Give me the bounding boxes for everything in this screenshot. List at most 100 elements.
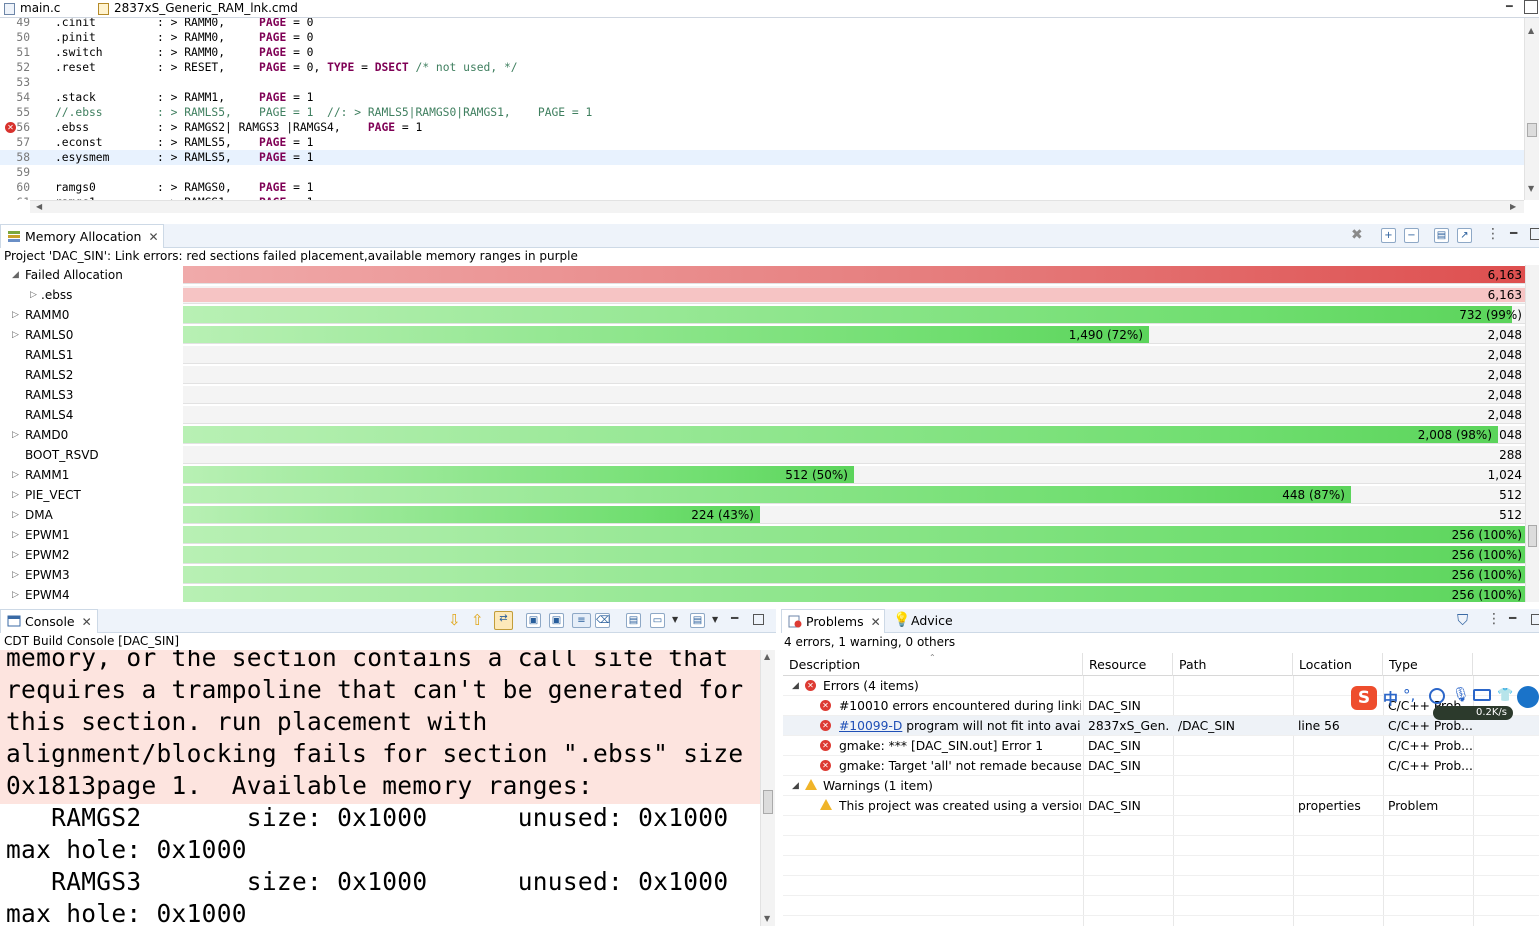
editor-horizontal-scrollbar[interactable]: ◀ ▶ (30, 200, 1524, 213)
ime-toolbar[interactable]: S 中 °, 🎙 👕 0.2K/s (1349, 684, 1539, 720)
editor-vertical-scrollbar[interactable]: ▲ ▼ (1524, 18, 1539, 200)
maximize-icon[interactable] (1530, 228, 1539, 240)
code-line[interactable]: 51 .switch : > RAMM0, PAGE = 0 (0, 45, 1524, 60)
column-location[interactable]: Location (1293, 653, 1383, 676)
chevron-down-icon[interactable]: ▼ (672, 615, 678, 624)
memory-row[interactable]: ▷ RAMM0 732 (99%) (0, 305, 1525, 325)
memory-vertical-scrollbar[interactable] (1525, 265, 1539, 602)
word-wrap-icon[interactable]: ≡ (572, 613, 591, 628)
show-on-error-icon[interactable]: ▣ (549, 613, 564, 628)
pin-console-icon[interactable]: ▤ (626, 613, 641, 628)
view-menu-icon[interactable]: ⋮ (1486, 226, 1500, 242)
minimize-icon[interactable]: ━ (731, 611, 738, 625)
expand-arrow-icon[interactable]: ▷ (12, 528, 19, 542)
sogou-logo-icon[interactable]: S (1351, 686, 1377, 710)
expand-arrow-icon[interactable]: ▷ (12, 308, 19, 322)
ime-language[interactable]: 中 (1383, 688, 1398, 709)
memory-row[interactable]: ▷ DMA 224 (43%) 512 (0, 505, 1525, 525)
tab-memory-allocation[interactable]: Memory Allocation ✕ (0, 224, 164, 248)
code-line[interactable]: 60 ramgs0 : > RAMGS0, PAGE = 1 (0, 180, 1524, 195)
problem-row[interactable]: This project was created using a version… (783, 796, 1539, 816)
expand-arrow-icon[interactable]: ▷ (12, 428, 19, 442)
code-line[interactable]: 53 (0, 75, 1524, 90)
memory-row[interactable]: RAMLS4 2,048 (0, 405, 1525, 425)
arrow-down-icon[interactable]: ⇩ (448, 611, 461, 629)
memory-row[interactable]: RAMLS2 2,048 (0, 365, 1525, 385)
open-file-icon[interactable]: ▤ (1434, 228, 1449, 243)
minimize-icon[interactable]: ━ (1506, 1, 1520, 13)
code-editor[interactable]: main.c 2837xS_Generic_RAM_lnk.cmd ━ 49 .c… (0, 0, 1539, 216)
close-icon[interactable]: ✕ (82, 615, 92, 629)
scroll-thumb[interactable] (1528, 525, 1537, 547)
minimize-icon[interactable]: ━ (1509, 611, 1516, 625)
code-line[interactable]: 55 //.ebss : > RAMLS5, PAGE = 1 //: > RAM… (0, 105, 1524, 120)
expanded-arrow-icon[interactable]: ◢ (12, 268, 19, 282)
memory-row[interactable]: ▷ RAMLS0 1,490 (72%) 2,048 (0, 325, 1525, 345)
filter-icon[interactable]: ⛉ (1457, 611, 1468, 629)
code-line[interactable]: 57 .econst : > RAMLS5, PAGE = 1 (0, 135, 1524, 150)
memory-row[interactable]: ▷ PIE_VECT 448 (87%) 512 (0, 485, 1525, 505)
code-area[interactable]: 49 .cinit : > RAMM0, PAGE = 0 50 .pinit : >… (0, 18, 1524, 200)
scroll-up-icon[interactable]: ▲ (1528, 26, 1534, 36)
remove-all-icon[interactable]: ✖ (1351, 227, 1363, 243)
memory-row[interactable]: RAMLS3 2,048 (0, 385, 1525, 405)
expand-arrow-icon[interactable]: ▷ (12, 588, 19, 602)
tab-console[interactable]: Console ✕ (0, 609, 98, 633)
console-vertical-scrollbar[interactable]: ▲ ▼ (760, 650, 775, 926)
clear-console-icon[interactable]: ⌫ (595, 613, 610, 628)
problem-code-link[interactable]: #10099-D (839, 719, 902, 733)
export-icon[interactable]: ↗ (1457, 228, 1472, 243)
punctuation-icon[interactable]: °, (1403, 686, 1415, 704)
collapse-all-icon[interactable]: − (1404, 228, 1419, 243)
tab-advice[interactable]: 💡 Advice (887, 609, 967, 633)
column-type[interactable]: Type (1383, 653, 1473, 676)
memory-row[interactable]: ▷ .ebss 6,163 (0, 285, 1525, 305)
scroll-lock-icon[interactable]: ⇄ (494, 611, 513, 630)
memory-row[interactable]: ▷ EPWM1 256 (100%) (0, 525, 1525, 545)
problem-group-row[interactable]: ◢ Warnings (1 item) (783, 776, 1539, 796)
memory-row[interactable]: ▷ RAMD0 2,008 (98%) 048 (0, 425, 1525, 445)
minimize-icon[interactable]: ━ (1510, 226, 1517, 240)
maximize-icon[interactable] (753, 614, 764, 625)
code-line[interactable]: 50 .pinit : > RAMM0, PAGE = 0 (0, 30, 1524, 45)
scroll-thumb[interactable] (1527, 123, 1537, 137)
code-line[interactable]: 58 .esysmem : > RAMLS5, PAGE = 1 (0, 150, 1524, 165)
expand-arrow-icon[interactable]: ▷ (12, 548, 19, 562)
expand-arrow-icon[interactable]: ▷ (12, 328, 19, 342)
memory-row[interactable]: ◢ Failed Allocation 6,163 (0, 265, 1525, 285)
expanded-arrow-icon[interactable]: ◢ (792, 776, 799, 796)
expand-arrow-icon[interactable]: ▷ (30, 288, 37, 302)
expanded-arrow-icon[interactable]: ◢ (792, 676, 799, 696)
code-line[interactable]: 59 (0, 165, 1524, 180)
show-on-output-icon[interactable]: ▣ (526, 613, 541, 628)
view-menu-icon[interactable]: ⋮ (1487, 611, 1501, 627)
column-resource[interactable]: Resource (1083, 653, 1173, 676)
problem-row[interactable]: ✕ gmake: *** [DAC_SIN.out] Error 1 DAC_SIN… (783, 736, 1539, 756)
memory-row[interactable]: ▷ EPWM3 256 (100%) (0, 565, 1525, 585)
chevron-down-icon[interactable]: ▼ (712, 615, 718, 624)
memory-row[interactable]: BOOT_RSVD 288 (0, 445, 1525, 465)
tab-main-c[interactable]: main.c (0, 0, 100, 18)
memory-row[interactable]: RAMLS1 2,048 (0, 345, 1525, 365)
memory-row[interactable]: ▷ EPWM2 256 (100%) (0, 545, 1525, 565)
problem-row[interactable]: ✕ #10099-D program will not fit into avai… (783, 716, 1539, 736)
code-line[interactable]: ✕ 56 .ebss : > RAMGS2| RAMGS3 |RAMGS4, PAG… (0, 120, 1524, 135)
code-line[interactable]: 54 .stack : > RAMM1, PAGE = 1 (0, 90, 1524, 105)
scroll-right-icon[interactable]: ▶ (1510, 202, 1516, 212)
scroll-left-icon[interactable]: ◀ (36, 202, 42, 212)
scroll-down-icon[interactable]: ▼ (1528, 184, 1534, 194)
memory-allocation-list[interactable]: ◢ Failed Allocation 6,163 ▷ .ebss 6,163 ▷ RAMM0… (0, 265, 1539, 602)
toolbox-icon[interactable] (1517, 686, 1539, 708)
arrow-up-icon[interactable]: ⇧ (471, 611, 484, 629)
open-console-icon[interactable]: ▤ (690, 613, 705, 628)
close-icon[interactable]: ✕ (148, 230, 158, 244)
scroll-up-icon[interactable]: ▲ (764, 652, 770, 662)
maximize-icon[interactable] (1531, 614, 1539, 625)
keyboard-icon[interactable] (1473, 689, 1491, 701)
scroll-thumb[interactable] (763, 790, 773, 814)
column-description[interactable]: Description ⌃ (783, 653, 1083, 676)
tab-problems[interactable]: Problems ✕ (781, 609, 885, 633)
code-line[interactable]: 52 .reset : > RESET, PAGE = 0, TYPE = DSE… (0, 60, 1524, 75)
expand-arrow-icon[interactable]: ▷ (12, 508, 19, 522)
expand-arrow-icon[interactable]: ▷ (12, 468, 19, 482)
